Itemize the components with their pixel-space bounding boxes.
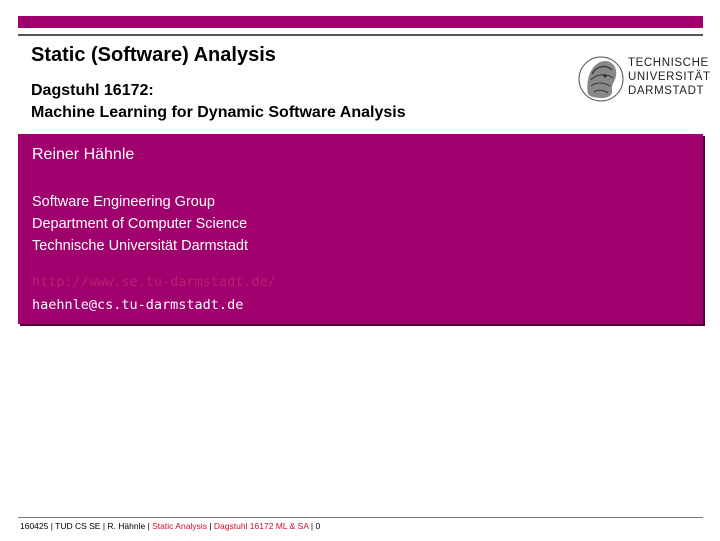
website-link[interactable]: http://www.se.tu-darmstadt.de/ — [32, 274, 276, 290]
logo-line-2: UNIVERSITÄT — [628, 71, 711, 83]
university-logo: TECHNISCHE UNIVERSITÄT DARMSTADT — [578, 54, 710, 106]
athena-head-icon — [578, 56, 624, 102]
page-subtitle: Dagstuhl 16172: Machine Learning for Dyn… — [31, 80, 406, 124]
affiliation-group: Software Engineering Group — [32, 194, 215, 210]
footer-meta: 160425 | TUD CS SE | R. Hähnle | — [20, 521, 153, 531]
subtitle-line-1: Dagstuhl 16172: — [31, 82, 154, 99]
author-name: Reiner Hähnle — [32, 146, 135, 163]
footer-rule — [18, 517, 703, 518]
footer-event: Dagstuhl 16172 ML & SA — [213, 521, 309, 531]
footer-talk-title: Static Analysis — [152, 521, 207, 531]
page-title: Static (Software) Analysis — [31, 44, 276, 66]
affiliation-university: Technische Universität Darmstadt — [32, 238, 248, 254]
author-box: Reiner Hähnle Software Engineering Group… — [18, 134, 703, 324]
footer-separator: | — [206, 521, 214, 531]
footer: 160425 | TUD CS SE | R. Hähnle | Static … — [20, 521, 320, 531]
email-address[interactable]: haehnle@cs.tu-darmstadt.de — [32, 297, 243, 313]
header-accent-bar — [18, 16, 703, 28]
logo-text: TECHNISCHE UNIVERSITÄT DARMSTADT — [628, 56, 711, 98]
affiliation-department: Department of Computer Science — [32, 216, 248, 232]
page-number: 0 — [315, 521, 321, 531]
header-rule — [18, 34, 703, 36]
logo-line-1: TECHNISCHE — [628, 57, 709, 69]
footer-separator-2: | — [308, 521, 316, 531]
subtitle-line-2: Machine Learning for Dynamic Software An… — [31, 104, 406, 121]
logo-line-3: DARMSTADT — [628, 85, 705, 97]
affiliation: Software Engineering Group Department of… — [32, 191, 248, 257]
